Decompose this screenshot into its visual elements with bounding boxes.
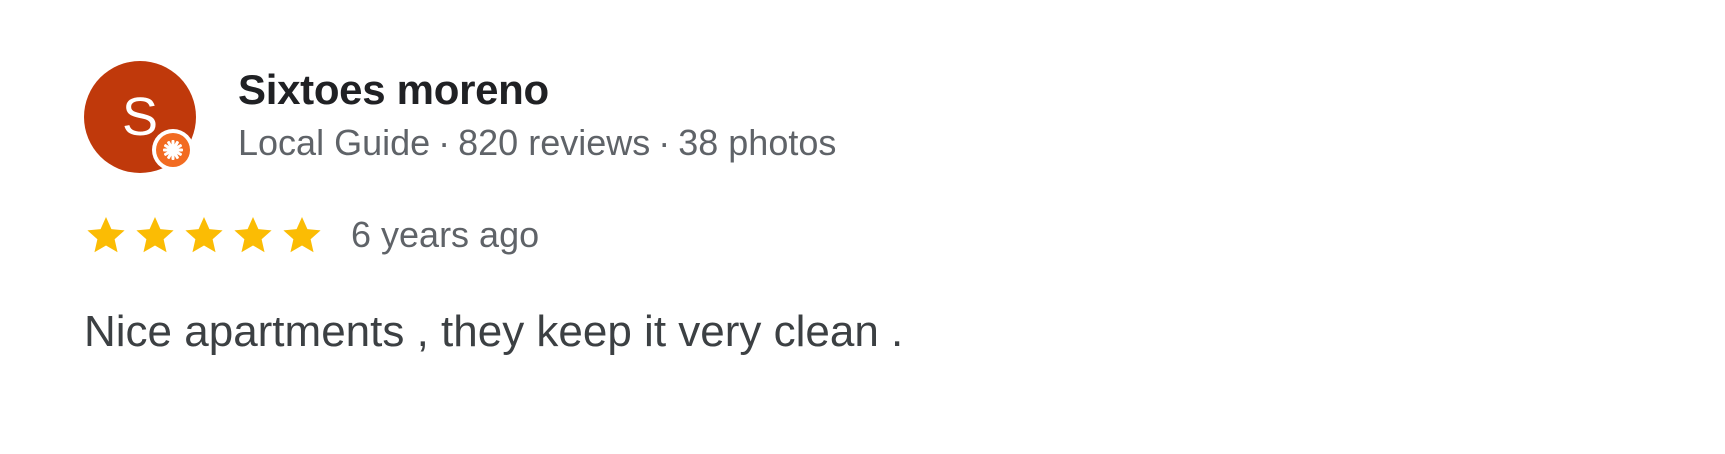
reviews-count: 820 reviews bbox=[458, 122, 651, 163]
star-filled-icon bbox=[234, 217, 272, 253]
local-guide-badge bbox=[152, 129, 194, 171]
author-name[interactable]: Sixtoes moreno bbox=[238, 65, 836, 115]
meta-separator: · bbox=[438, 122, 451, 163]
author-avatar-link[interactable]: S bbox=[84, 61, 196, 173]
review-card: S Sixtoes moreno Local Guide · 820 revie… bbox=[84, 61, 1644, 359]
review-date: 6 years ago bbox=[351, 214, 540, 255]
author-meta: Local Guide · 820 reviews · 38 photos bbox=[238, 121, 836, 165]
rating-row: 6 years ago bbox=[84, 213, 1644, 257]
author-info: Sixtoes moreno Local Guide · 820 reviews · 3… bbox=[238, 61, 836, 165]
star-rating bbox=[84, 213, 329, 257]
star-filled-icon bbox=[283, 217, 321, 253]
local-guide-star-icon bbox=[156, 133, 190, 167]
avatar-initial: S bbox=[121, 87, 159, 147]
review-text: Nice apartments , they keep it very clea… bbox=[84, 307, 904, 356]
meta-separator: · bbox=[658, 122, 671, 163]
local-guide-label: Local Guide bbox=[238, 122, 431, 163]
star-filled-icon bbox=[87, 217, 125, 253]
star-filled-icon bbox=[185, 217, 223, 253]
star-filled-icon bbox=[136, 217, 174, 253]
review-header: S Sixtoes moreno Local Guide · 820 revie… bbox=[84, 61, 1644, 173]
photos-count: 38 photos bbox=[678, 122, 837, 163]
